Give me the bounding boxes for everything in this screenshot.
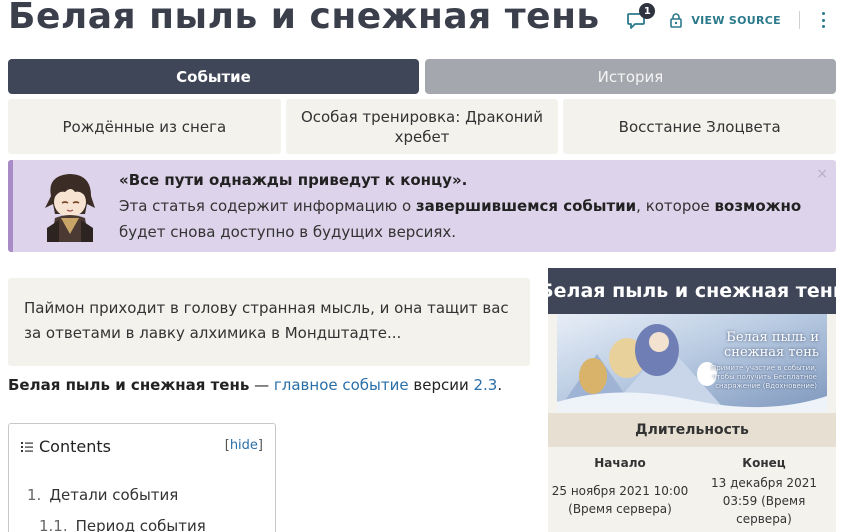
end-column: Конец 13 декабря 2021 03:59 (Время сервера… [692, 456, 836, 528]
event-subtabs: Рождённые из снега Особая тренировка: Др… [8, 99, 837, 154]
ended-event-notice: × «Все пути однажды приведут к концу». Э… [8, 160, 836, 252]
more-vertical-icon[interactable] [818, 10, 828, 30]
tab-event[interactable]: Событие [8, 59, 419, 94]
notice-text: Эта статья содержит информацию о заверши… [119, 197, 802, 241]
tab-story[interactable]: История [425, 59, 836, 94]
notice-title: «Все пути однажды приведут к концу». [119, 171, 468, 189]
end-value: 13 декабря 2021 03:59 (Время сервера) [711, 476, 817, 526]
duration-header: Длительность [548, 413, 836, 447]
view-source-label: VIEW SOURCE [691, 13, 781, 27]
main-event-link[interactable]: главное событие [274, 376, 409, 394]
close-icon[interactable]: × [816, 166, 828, 182]
start-column: Начало 25 ноября 2021 10:00 (Время сервер… [548, 456, 692, 518]
toc-title: Contents [39, 437, 111, 456]
actions-divider [799, 11, 800, 29]
banner-title: Белая пыль и снежная тень [724, 330, 819, 360]
event-tabs: Событие История [8, 59, 836, 94]
subtab-born-of-snow[interactable]: Рождённые из снега [8, 99, 281, 154]
page-title: Белая пыль и снежная тень [8, 0, 600, 37]
banner-subtitle: Примите участие в событии, чтобы получит… [711, 364, 817, 390]
table-of-contents: Contents [hide] 1. Детали события 1.1. Пер… [8, 423, 276, 532]
view-source-button[interactable]: VIEW SOURCE [669, 12, 781, 28]
character-avatar [45, 174, 95, 242]
subtab-crimson-rebellion[interactable]: Восстание Злоцвета [563, 99, 837, 154]
event-infobox: Белая пыль и снежная тень Белая пыль и сн… [539, 268, 845, 532]
toc-item-event-period[interactable]: 1.1. Период события [39, 517, 206, 532]
list-icon [21, 441, 33, 452]
subtab-dragonspine-training[interactable]: Особая тренировка: Драконий хребет [285, 99, 559, 154]
toc-header: Contents [21, 437, 111, 456]
comment-count-badge: 1 [639, 3, 656, 19]
page-actions: 1 VIEW SOURCE [625, 3, 828, 32]
start-value: 25 ноября 2021 10:00 (Время сервера) [551, 484, 689, 516]
comments-button[interactable]: 1 [625, 3, 656, 31]
toc-item-event-details[interactable]: 1. Детали события [27, 486, 178, 504]
event-banner-image[interactable]: Белая пыль и снежная тень Примите участие… [557, 314, 827, 412]
lock-icon [670, 13, 683, 28]
lead-bold: Белая пыль и снежная тень [8, 376, 250, 394]
version-link[interactable]: 2.3 [473, 376, 497, 394]
event-quote: Паймон приходит в голову странная мысль,… [8, 278, 530, 366]
toc-hide-toggle[interactable]: [hide] [225, 438, 263, 453]
infobox-title: Белая пыль и снежная тень [539, 268, 845, 314]
end-header: Конец [742, 456, 786, 470]
start-header: Начало [594, 456, 646, 470]
lead-paragraph: Белая пыль и снежная тень — главное собы… [8, 376, 503, 394]
banner-art [557, 324, 827, 412]
